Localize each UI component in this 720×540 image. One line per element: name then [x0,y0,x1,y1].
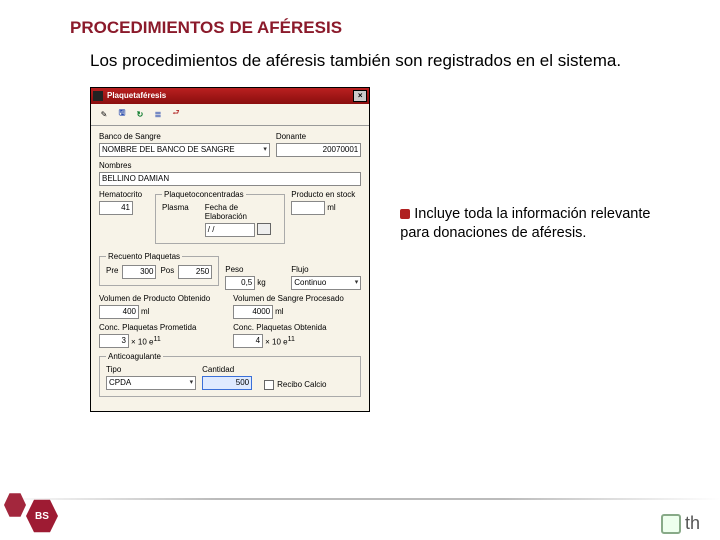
app-window: Plaquetaféresis × ✎ 🖫 ↻ ≣ ⮐ Banco de San… [90,87,370,412]
hematocrito-field[interactable]: 41 [99,201,133,215]
group-anticoagulante: Anticoagulante Tipo CPDA Cantidad 500 R [99,352,361,397]
th-logo-text: th [685,513,700,534]
label-nombres: Nombres [99,161,361,170]
producto-stock-field[interactable] [291,201,325,215]
checkbox-icon [264,380,274,390]
bullet-note: Incluye toda la información relevante pa… [400,205,670,412]
group-recuento: Recuento Plaquetas Pre 300 Pos 250 [99,252,219,286]
flujo-select[interactable]: Continuo [291,276,361,290]
label-conc-prometida: Conc. Plaquetas Prometida [99,323,227,332]
nombres-field[interactable]: BELLINO DAMIAN [99,172,361,186]
unit-ml-2: ml [141,307,149,316]
fecha-field[interactable]: / / [205,223,255,237]
titlebar: Plaquetaféresis × [91,88,369,104]
slide-subtitle: Los procedimientos de aféresis también s… [90,50,670,73]
peso-field[interactable]: 0,5 [225,276,255,290]
window-icon [93,91,103,101]
vol-procesado-field[interactable]: 4000 [233,305,273,319]
conc-obtenida-field[interactable]: 4 [233,334,263,348]
label-flujo: Flujo [291,265,361,274]
tool-save-icon[interactable]: 🖫 [115,107,129,121]
vol-obtenido-field[interactable]: 400 [99,305,139,319]
unit-conc-1: × 10 e11 [131,336,161,347]
toolbar: ✎ 🖫 ↻ ≣ ⮐ [91,104,369,126]
tool-list-icon[interactable]: ≣ [151,107,165,121]
slide-title: PROCEDIMIENTOS DE AFÉRESIS [70,18,670,38]
unit-ml-3: ml [275,307,283,316]
label-fecha: Fecha de Elaboración [205,203,279,221]
conc-prometida-field[interactable]: 3 [99,334,129,348]
label-pos: Pos [160,266,174,275]
label-vol-procesado: Volumen de Sangre Procesado [233,294,361,303]
calendar-icon[interactable] [257,223,271,235]
footer: BS th [0,492,720,540]
label-vol-obtenido: Volumen de Producto Obtenido [99,294,227,303]
tipo-select[interactable]: CPDA [106,376,196,390]
label-conc-obtenida: Conc. Plaquetas Obtenida [233,323,361,332]
tool-new-icon[interactable]: ✎ [97,107,111,121]
label-peso: Peso [225,265,285,274]
pos-field[interactable]: 250 [178,265,212,279]
th-logo: th [661,513,700,534]
close-button[interactable]: × [353,90,367,102]
recibo-calcio-checkbox[interactable]: Recibo Calcio [258,380,354,390]
tool-refresh-icon[interactable]: ↻ [133,107,147,121]
unit-conc-2: × 10 e11 [265,336,295,347]
unit-kg: kg [257,278,265,287]
label-producto-stock: Producto en stock [291,190,361,199]
legend-recuento: Recuento Plaquetas [106,252,182,261]
pre-field[interactable]: 300 [122,265,156,279]
th-logo-icon [661,514,681,534]
bullet-icon [400,209,410,219]
label-hematocrito: Hematocrito [99,190,149,199]
window-title: Plaquetaféresis [107,91,353,100]
banco-select[interactable]: NOMBRE DEL BANCO DE SANGRE [99,143,270,157]
legend-plaq: Plaquetoconcentradas [162,190,246,199]
label-donante: Donante [276,132,361,141]
label-banco: Banco de Sangre [99,132,270,141]
label-pre: Pre [106,266,118,275]
label-plasma: Plasma [162,203,199,212]
unit-ml-1: ml [327,203,335,212]
label-recibo: Recibo Calcio [277,380,326,389]
label-tipo: Tipo [106,365,196,374]
tool-exit-icon[interactable]: ⮐ [169,107,183,121]
logo-hex-small [4,492,26,518]
donante-field[interactable]: 20070001 [276,143,361,157]
legend-anti: Anticoagulante [106,352,163,361]
group-plaquetoconcentradas: Plaquetoconcentradas Plasma Fecha de Ela… [155,190,285,244]
cantidad-field[interactable]: 500 [202,376,252,390]
label-cantidad: Cantidad [202,365,252,374]
logo-hex-bs: BS [26,498,58,534]
